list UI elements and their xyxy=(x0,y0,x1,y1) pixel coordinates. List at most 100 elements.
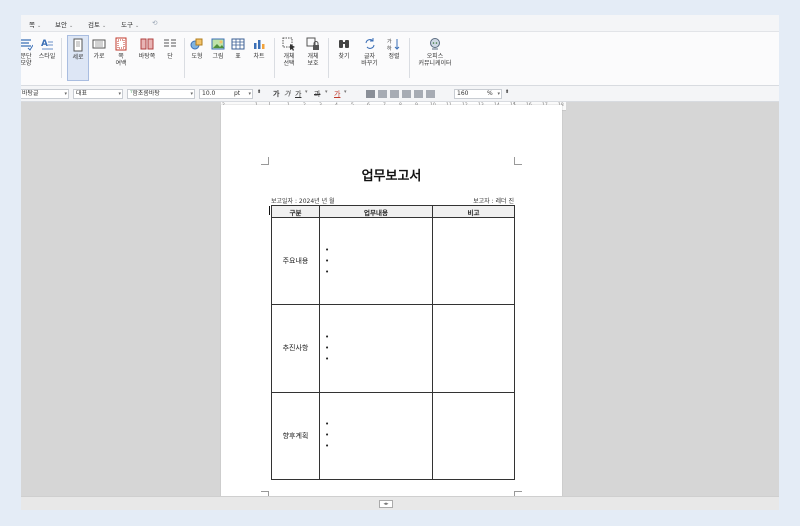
font-size-input[interactable]: 10.0 pt ▾ xyxy=(199,89,253,99)
bullet-item[interactable]: • xyxy=(325,343,432,354)
protect-object-button[interactable]: 개체 보호 xyxy=(302,35,324,81)
sort-button[interactable]: 가하 정렬 xyxy=(383,35,405,81)
align-distribute-button[interactable] xyxy=(414,90,423,98)
chevron-down-icon[interactable]: ▾ xyxy=(344,89,347,95)
align-center-button[interactable] xyxy=(390,90,399,98)
bullet-item[interactable]: • xyxy=(325,245,432,256)
align-right-button[interactable] xyxy=(402,90,411,98)
landscape-icon xyxy=(92,39,106,49)
zoom-stepper-icon[interactable]: ⬍ xyxy=(505,89,509,95)
chevron-down-icon[interactable]: ▾ xyxy=(325,89,328,95)
menu-review[interactable]: 검토 ⌄ xyxy=(88,19,106,29)
find-button[interactable]: 찾기 xyxy=(333,35,355,81)
horizontal-scrollbar[interactable]: ◂▸ xyxy=(21,496,779,510)
formatting-toolbar: 바탕글 ▾ 대표 ▾ ᵀ함초롬바탕 ▾ 10.0 pt ▾ ⬍ 가 가 가 ▾ 과 ▾ 가… xyxy=(21,86,779,102)
columns-button[interactable]: 단 xyxy=(159,35,181,81)
chevron-down-icon: ⌄ xyxy=(36,23,42,29)
content-cell[interactable]: • • • xyxy=(319,391,433,481)
table-row: 주요내용 • • • xyxy=(271,216,515,306)
menu-bar: 쪽 ⌄ 보안 ⌄ 검토 ⌄ 도구 ⌄ ⟲ xyxy=(21,15,779,32)
scrollbar-thumb[interactable]: ◂▸ xyxy=(379,500,393,508)
master-page-icon xyxy=(140,38,154,50)
document-title[interactable]: 업무보고서 xyxy=(221,165,562,184)
text-cursor xyxy=(269,206,270,215)
style-button[interactable]: A 스타일 xyxy=(36,35,58,81)
portrait-button[interactable]: 세로 xyxy=(67,35,89,81)
replace-text-button[interactable]: 글자 바꾸기 xyxy=(357,35,382,81)
align-justify-button[interactable] xyxy=(366,90,375,98)
chevron-down-icon[interactable]: ▾ xyxy=(305,89,308,95)
bold-button[interactable]: 가 xyxy=(273,89,279,99)
menu-tools[interactable]: 도구 ⌄ xyxy=(121,19,139,29)
note-cell[interactable] xyxy=(432,391,515,481)
protect-object-icon xyxy=(306,37,319,50)
font-select[interactable]: ᵀ함초롬바탕 ▾ xyxy=(127,89,195,99)
bullet-item[interactable]: • xyxy=(325,256,432,267)
ribbon-divider xyxy=(409,38,410,78)
size-stepper-icon[interactable]: ⬍ xyxy=(257,89,261,95)
svg-text:A: A xyxy=(41,39,48,49)
chart-button[interactable]: 차트 xyxy=(248,35,270,81)
ribbon-toolbar: 문단 모양 A 스타일 세로 가로 쪽 여백 바탕쪽 단 도형 그림 표 차트 … xyxy=(21,32,779,86)
header-category[interactable]: 구분 xyxy=(271,205,320,218)
word-processor-window: 쪽 ⌄ 보안 ⌄ 검토 ⌄ 도구 ⌄ ⟲ 문단 모양 A 스타일 세로 가로 쪽 여백 xyxy=(21,15,779,510)
zoom-input[interactable]: 160% ▾ xyxy=(454,89,502,99)
master-page-button[interactable]: 바탕쪽 xyxy=(134,35,160,81)
chevron-down-icon: ▾ xyxy=(118,91,121,97)
report-table[interactable]: 구분 업무내용 비고 주요내용 • • • 추진사항 • • • 향후계획 • … xyxy=(271,205,515,481)
columns-icon xyxy=(164,39,176,47)
bullet-list: • • • xyxy=(320,419,432,452)
page-corner-mark xyxy=(514,157,522,165)
paragraph-shape-icon xyxy=(21,39,33,51)
chevron-down-icon: ▾ xyxy=(497,91,500,97)
category-cell[interactable]: 향후계획 xyxy=(271,391,320,481)
page-margin-button[interactable]: 쪽 여백 xyxy=(110,35,132,81)
align-split-button[interactable] xyxy=(426,90,435,98)
paragraph-shape-button[interactable]: 문단 모양 xyxy=(21,35,37,81)
category-cell[interactable]: 주요내용 xyxy=(271,216,320,306)
shape-icon xyxy=(190,38,203,50)
italic-button[interactable]: 가 xyxy=(284,89,290,99)
ribbon-divider xyxy=(328,38,329,78)
category-cell[interactable]: 추진사항 xyxy=(271,304,320,393)
note-cell[interactable] xyxy=(432,304,515,393)
select-object-icon xyxy=(282,37,295,51)
header-note[interactable]: 비고 xyxy=(432,205,515,218)
svg-text:하: 하 xyxy=(387,45,392,51)
bullet-item[interactable]: • xyxy=(325,267,432,278)
style-select[interactable]: 바탕글 ▾ xyxy=(21,89,69,99)
bullet-item[interactable]: • xyxy=(325,419,432,430)
page-margin-icon xyxy=(115,37,127,51)
menu-security[interactable]: 보안 ⌄ xyxy=(55,19,73,29)
note-cell[interactable] xyxy=(432,216,515,306)
table-button[interactable]: 표 xyxy=(227,35,249,81)
bullet-item[interactable]: • xyxy=(325,441,432,452)
picture-button[interactable]: 그림 xyxy=(207,35,229,81)
report-date[interactable]: 보고일자 : 2024년 년 월 xyxy=(271,196,335,205)
chevron-down-icon: ⌄ xyxy=(68,23,74,29)
content-cell[interactable]: • • • xyxy=(319,216,433,306)
language-select[interactable]: 대표 ▾ xyxy=(73,89,123,99)
table-icon xyxy=(231,38,245,50)
bullet-item[interactable]: • xyxy=(325,354,432,365)
document-page[interactable]: 업무보고서 보고일자 : 2024년 년 월 보고자 : 레더 진 구분 업무내… xyxy=(221,105,562,510)
shape-button[interactable]: 도형 xyxy=(186,35,208,81)
menu-page[interactable]: 쪽 ⌄ xyxy=(29,19,41,29)
office-communicator-button[interactable]: 오피스 커뮤니케이터 xyxy=(413,35,457,81)
select-object-button[interactable]: 개체 선택 xyxy=(278,35,300,81)
content-cell[interactable]: • • • xyxy=(319,304,433,393)
bullet-item[interactable]: • xyxy=(325,430,432,441)
font-color-button[interactable]: 가 xyxy=(334,89,340,99)
reporter[interactable]: 보고자 : 레더 진 xyxy=(473,196,514,205)
bullet-item[interactable]: • xyxy=(325,332,432,343)
strikethrough-button[interactable]: 과 xyxy=(314,89,320,99)
table-header-row: 구분 업무내용 비고 xyxy=(271,205,515,218)
chevron-down-icon: ⌄ xyxy=(101,23,107,29)
table-row: 추진사항 • • • xyxy=(271,304,515,393)
ribbon-divider xyxy=(184,38,185,78)
quick-access-icon[interactable]: ⟲ xyxy=(152,19,157,27)
landscape-button[interactable]: 가로 xyxy=(88,35,110,81)
header-content[interactable]: 업무내용 xyxy=(319,205,433,218)
underline-button[interactable]: 가 xyxy=(295,89,301,99)
align-left-button[interactable] xyxy=(378,90,387,98)
